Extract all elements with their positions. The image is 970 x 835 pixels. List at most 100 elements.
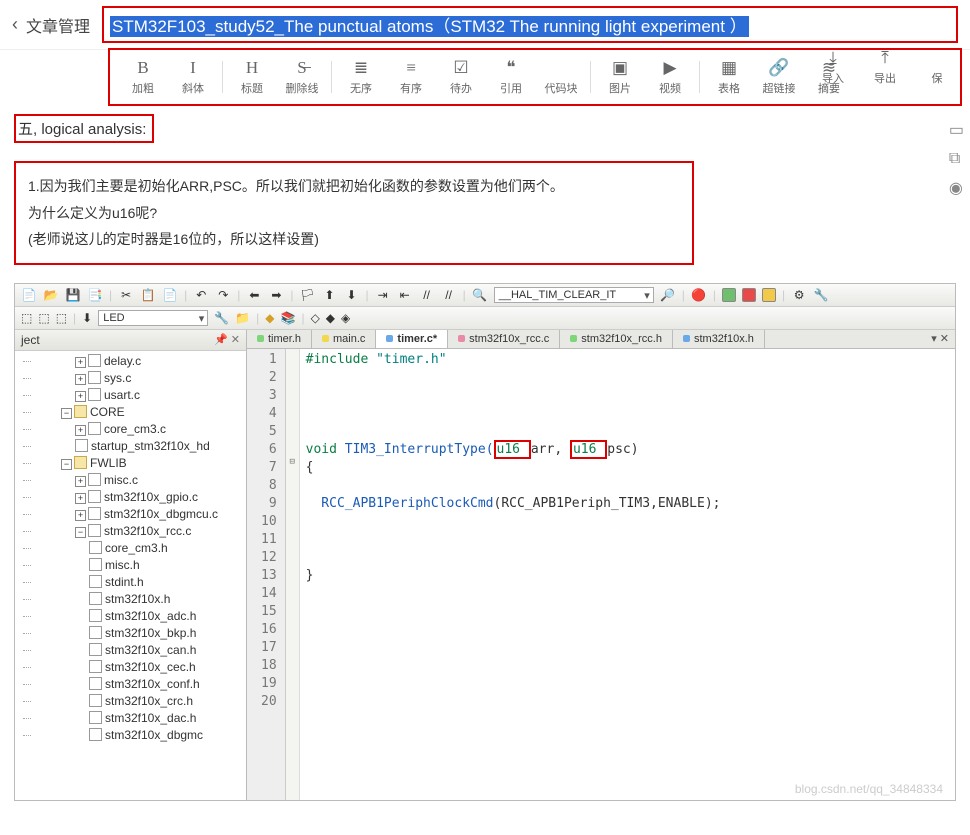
tree-item[interactable]: stm32f10x_cec.h (33, 659, 246, 676)
settings-icon[interactable]: ⚙ (791, 287, 807, 303)
source-text[interactable]: #include "timer.h" void TIM3_InterruptTy… (300, 349, 727, 800)
tree-item[interactable]: +delay.c (33, 353, 246, 370)
back-icon[interactable]: ‹ (12, 14, 18, 35)
tree-item[interactable]: −stm32f10x_rcc.c (33, 523, 246, 540)
toolbar-导出[interactable]: ⤒导出 (860, 44, 910, 90)
symbol-combo[interactable]: __HAL_TIM_CLEAR_IT (494, 287, 654, 303)
toolbar-保[interactable]: 保 (912, 44, 962, 90)
download-icon[interactable]: ⬇ (82, 311, 92, 325)
tree-item[interactable]: stm32f10x.h (33, 591, 246, 608)
toolbar-表格[interactable]: ▦表格 (704, 54, 754, 100)
tree-item[interactable]: +stm32f10x_gpio.c (33, 489, 246, 506)
tree-item[interactable]: misc.h (33, 557, 246, 574)
save-icon[interactable]: 💾 (65, 287, 81, 303)
misc1-icon[interactable]: ◇ (311, 311, 320, 325)
debug-icon[interactable]: 🔴 (691, 287, 707, 303)
manage-icon[interactable]: 📁 (235, 311, 250, 325)
save-all-icon[interactable]: 📑 (87, 287, 103, 303)
toolbar-代码块[interactable]: 代码块 (536, 54, 586, 100)
para-line: (老师说这儿的定时器是16位的，所以这样设置) (28, 226, 680, 253)
misc3-icon[interactable]: ◈ (341, 311, 350, 325)
title-input[interactable]: STM32F103_study52_The punctual atoms（STM… (102, 6, 958, 43)
tree-item[interactable]: +stm32f10x_dbgmcu.c (33, 506, 246, 523)
green-dot-icon[interactable] (722, 288, 736, 302)
undo-icon[interactable]: ↶ (193, 287, 209, 303)
build-icon[interactable]: ⬚ (21, 311, 32, 325)
toolbar-视频[interactable]: ▶视频 (645, 54, 695, 100)
highlighted-paragraph: 1.因为我们主要是初始化ARR,PSC。所以我们就把初始化函数的参数设置为他们两… (14, 161, 694, 265)
tree-item[interactable]: +core_cm3.c (33, 421, 246, 438)
books-icon[interactable]: 📚 (280, 311, 295, 325)
tree-item[interactable]: stm32f10x_adc.h (33, 608, 246, 625)
side-icon[interactable]: ▭ (949, 120, 964, 140)
tab-main.c[interactable]: main.c (312, 330, 376, 348)
title-text: STM32F103_study52_The punctual atoms（STM… (110, 16, 749, 37)
tree-item[interactable]: +usart.c (33, 387, 246, 404)
project-tree[interactable]: +delay.c+sys.c+usart.c−CORE+core_cm3.cst… (15, 351, 246, 800)
bookmark-icon[interactable]: 🏳 (300, 287, 316, 303)
comment-icon[interactable]: // (419, 287, 435, 303)
red-dot-icon[interactable] (742, 288, 756, 302)
tree-item[interactable]: startup_stm32f10x_hd (33, 438, 246, 455)
tree-item[interactable]: +misc.c (33, 472, 246, 489)
copy-icon[interactable]: 📋 (140, 287, 156, 303)
indent-icon[interactable]: ⇥ (375, 287, 391, 303)
tab-timer.c*[interactable]: timer.c* (376, 330, 448, 348)
breadcrumb[interactable]: 文章管理 (26, 13, 90, 37)
toolbar-斜体[interactable]: I斜体 (168, 54, 218, 100)
pin-icon[interactable]: 📌 ✕ (214, 333, 240, 346)
tab-timer.h[interactable]: timer.h (247, 330, 312, 348)
toolbar-导入[interactable]: ⤓导入 (808, 44, 858, 90)
target-combo[interactable]: LED (98, 310, 208, 326)
batch-icon[interactable]: ⬚ (56, 311, 67, 325)
tree-item[interactable]: stm32f10x_can.h (33, 642, 246, 659)
tab-stm32f10x_rcc.c[interactable]: stm32f10x_rcc.c (448, 330, 560, 348)
tree-item[interactable]: stdint.h (33, 574, 246, 591)
side-icon[interactable]: ⧉ (949, 150, 964, 168)
ide-toolbar-1: 📄 📂 💾 📑 | ✂ 📋 📄 | ↶ ↷ | ⬅ ➡ | 🏳 ⬆ ⬇ | ⇥ … (15, 284, 955, 307)
toolbar-标题[interactable]: H标题 (227, 54, 277, 100)
bookmark-next-icon[interactable]: ⬇ (344, 287, 360, 303)
find2-icon[interactable]: 🔎 (660, 287, 676, 303)
tabs-more[interactable]: ▾ ✕ (925, 330, 955, 348)
yellow-dot-icon[interactable] (762, 288, 776, 302)
tree-item[interactable]: stm32f10x_dbgmc (33, 727, 246, 744)
toolbar-超链接[interactable]: 🔗超链接 (754, 54, 804, 100)
tree-item[interactable]: stm32f10x_bkp.h (33, 625, 246, 642)
toolbar-有序[interactable]: ≡有序 (386, 54, 436, 100)
uncomment-icon[interactable]: // (441, 287, 457, 303)
tree-item[interactable]: stm32f10x_crc.h (33, 693, 246, 710)
redo-icon[interactable]: ↷ (215, 287, 231, 303)
cut-icon[interactable]: ✂ (118, 287, 134, 303)
misc2-icon[interactable]: ◆ (326, 311, 335, 325)
toolbar-加粗[interactable]: B加粗 (118, 54, 168, 100)
tree-item[interactable]: +sys.c (33, 370, 246, 387)
toolbar-引用[interactable]: ❝引用 (486, 54, 536, 100)
tool-icon[interactable]: 🔧 (813, 287, 829, 303)
tree-item[interactable]: −FWLIB (33, 455, 246, 472)
rebuild-icon[interactable]: ⬚ (38, 311, 49, 325)
tree-item[interactable]: stm32f10x_conf.h (33, 676, 246, 693)
new-file-icon[interactable]: 📄 (21, 287, 37, 303)
pack-icon[interactable]: ◆ (265, 311, 274, 325)
outdent-icon[interactable]: ⇤ (397, 287, 413, 303)
nav-fwd-icon[interactable]: ➡ (268, 287, 284, 303)
toolbar-待办[interactable]: ☑待办 (436, 54, 486, 100)
toolbar-图片[interactable]: ▣图片 (595, 54, 645, 100)
options-icon[interactable]: 🔧 (214, 311, 229, 325)
toolbar-无序[interactable]: ≣无序 (336, 54, 386, 100)
paste-icon[interactable]: 📄 (162, 287, 178, 303)
tab-stm32f10x.h[interactable]: stm32f10x.h (673, 330, 765, 348)
bookmark-prev-icon[interactable]: ⬆ (322, 287, 338, 303)
code-editor[interactable]: 1234567891011121314151617181920 ⊟ #inclu… (247, 349, 955, 800)
find-icon[interactable]: 🔍 (472, 287, 488, 303)
tree-item[interactable]: core_cm3.h (33, 540, 246, 557)
tab-stm32f10x_rcc.h[interactable]: stm32f10x_rcc.h (560, 330, 673, 348)
tree-item[interactable]: stm32f10x_dac.h (33, 710, 246, 727)
toolbar-删除线[interactable]: S̶删除线 (277, 54, 327, 100)
side-icon[interactable]: ◉ (949, 178, 964, 198)
fold-column[interactable]: ⊟ (286, 349, 300, 800)
open-icon[interactable]: 📂 (43, 287, 59, 303)
nav-back-icon[interactable]: ⬅ (246, 287, 262, 303)
tree-item[interactable]: −CORE (33, 404, 246, 421)
